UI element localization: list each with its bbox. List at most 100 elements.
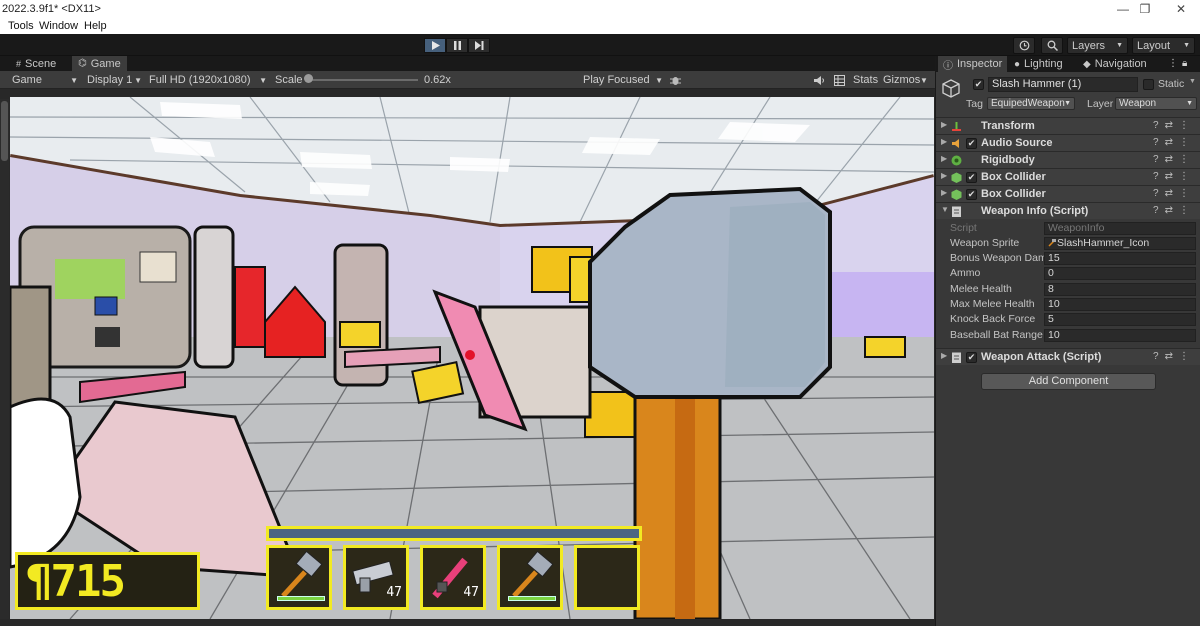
component-transform[interactable]: ▶ Transform ?⇄⋮ — [936, 117, 1200, 134]
tab-inspector[interactable]: ⓘ Inspector — [938, 56, 1008, 72]
bulb-icon: ● — [1014, 58, 1021, 70]
component-enabled-checkbox[interactable]: ✔ — [966, 138, 977, 149]
scale-value: 0.62x — [424, 74, 451, 86]
component-weapon-attack[interactable]: ▶ ✔ Weapon Attack (Script) ?⇄⋮ — [936, 348, 1200, 365]
gameobject-name-field[interactable]: Slash Hammer (1) — [988, 77, 1138, 92]
tab-lighting[interactable]: ● Lighting — [1009, 56, 1068, 72]
game-panel: # Scene ⌬ Game Game ▼ Display 1 ▼ Full HD … — [0, 56, 935, 626]
search-icon — [1047, 40, 1058, 51]
component-header-icons[interactable]: ?⇄⋮ — [1153, 120, 1195, 131]
bug-icon[interactable] — [670, 72, 681, 88]
bonus-damage-field[interactable]: 15 — [1044, 252, 1196, 265]
history-icon — [1019, 40, 1029, 51]
prop-max-melee-health: Max Melee Health 10 — [936, 297, 1200, 312]
component-rigidbody[interactable]: ▶ Rigidbody ?⇄⋮ — [936, 151, 1200, 168]
slot-health-bar — [508, 596, 556, 601]
max-melee-health-field[interactable]: 10 — [1044, 298, 1196, 311]
game-view-scrollbar[interactable] — [0, 99, 9, 619]
tab-game[interactable]: ⌬ Game — [72, 56, 127, 71]
audio-mute-icon[interactable] — [814, 72, 825, 88]
kebab-menu-icon[interactable]: ⋮ — [1168, 58, 1178, 69]
step-button[interactable] — [468, 38, 490, 53]
hotbar-slot-4[interactable] — [497, 545, 563, 610]
fold-arrow-icon[interactable]: ▶ — [941, 120, 947, 129]
component-enabled-checkbox[interactable]: ✔ — [966, 172, 977, 183]
fold-arrow-icon[interactable]: ▶ — [941, 137, 947, 146]
chevron-down-icon: ▼ — [1116, 42, 1123, 49]
component-weapon-info[interactable]: ▼ Weapon Info (Script) ?⇄⋮ — [936, 202, 1200, 219]
fold-arrow-icon[interactable]: ▶ — [941, 171, 947, 180]
game-viewport[interactable]: ¶715 47 47 — [10, 97, 934, 619]
layout-dropdown[interactable]: Layout ▼ — [1132, 37, 1195, 54]
display-dropdown[interactable]: Display 1 ▼ — [87, 72, 142, 88]
hotbar-slot-5[interactable] — [574, 545, 640, 610]
box-collider-icon — [951, 189, 962, 200]
close-button[interactable]: ✕ — [1166, 1, 1196, 17]
play-button[interactable] — [424, 38, 446, 53]
component-header-icons[interactable]: ?⇄⋮ — [1153, 188, 1195, 199]
component-header-icons[interactable]: ?⇄⋮ — [1153, 351, 1195, 362]
play-focus-dropdown[interactable]: Play Focused ▼ — [583, 72, 663, 88]
layer-label: Layer — [1087, 98, 1114, 110]
component-header-icons[interactable]: ?⇄⋮ — [1153, 154, 1195, 165]
baseball-bat-range-field[interactable]: 10 — [1044, 329, 1196, 342]
scrollbar-thumb[interactable] — [1, 101, 8, 161]
fold-arrow-expanded-icon[interactable]: ▼ — [941, 205, 949, 214]
component-box-collider[interactable]: ▶ ✔ Box Collider ?⇄⋮ — [936, 168, 1200, 185]
gizmos-button[interactable]: Gizmos — [883, 72, 920, 88]
scale-slider-track[interactable] — [306, 79, 418, 81]
hotbar-slot-2[interactable]: 47 — [343, 545, 409, 610]
hud-top-bar — [266, 526, 642, 541]
chevron-down-icon[interactable]: ▼ — [920, 72, 928, 88]
prop-weapon-sprite: Weapon Sprite SlashHammer_Icon — [936, 236, 1200, 251]
game-mode-dropdown[interactable]: Game ▼ — [12, 72, 78, 88]
history-button[interactable] — [1013, 37, 1035, 54]
menu-tools[interactable]: Tools — [8, 20, 34, 32]
fold-arrow-icon[interactable]: ▶ — [941, 154, 947, 163]
cube-icon — [942, 79, 960, 98]
menu-help[interactable]: Help — [84, 20, 107, 32]
hotbar-slot-3[interactable]: 47 — [420, 545, 486, 610]
search-button[interactable] — [1041, 37, 1063, 54]
scale-label: Scale — [275, 74, 303, 86]
static-checkbox[interactable] — [1143, 79, 1154, 90]
tab-scene[interactable]: # Scene — [10, 56, 62, 71]
static-label: Static — [1158, 78, 1185, 90]
component-enabled-checkbox[interactable]: ✔ — [966, 352, 977, 363]
melee-health-field[interactable]: 8 — [1044, 283, 1196, 296]
chevron-down-icon: ▼ — [655, 75, 663, 85]
chevron-down-icon[interactable]: ▼ — [1189, 78, 1196, 85]
component-audio-source[interactable]: ▶ ✔ Audio Source ?⇄⋮ — [936, 134, 1200, 151]
stats-button[interactable]: Stats — [853, 72, 878, 88]
maximize-button[interactable]: ❐ — [1130, 1, 1160, 17]
scale-slider-thumb[interactable] — [304, 74, 313, 83]
component-header-icons[interactable]: ?⇄⋮ — [1153, 137, 1195, 148]
hotbar-slot-1[interactable] — [266, 545, 332, 610]
knock-back-force-field[interactable]: 5 — [1044, 313, 1196, 326]
layers-dropdown[interactable]: Layers ▼ — [1067, 37, 1128, 54]
component-box-collider[interactable]: ▶ ✔ Box Collider ?⇄⋮ — [936, 185, 1200, 202]
hud-score-panel: ¶715 — [15, 552, 200, 610]
fold-arrow-icon[interactable]: ▶ — [941, 188, 947, 197]
menu-window[interactable]: Window — [39, 20, 78, 32]
gamepad-icon: ⌬ — [78, 58, 87, 69]
stats-grid-icon[interactable] — [834, 72, 845, 88]
component-enabled-checkbox[interactable]: ✔ — [966, 189, 977, 200]
resolution-dropdown[interactable]: Full HD (1920x1080) ▼ — [149, 72, 267, 88]
window-title: 2022.3.9f1* <DX11> — [2, 3, 101, 15]
info-icon: ⓘ — [943, 60, 953, 72]
layer-dropdown[interactable]: Weapon ▼ — [1115, 97, 1197, 110]
tag-dropdown[interactable]: EquipedWeapon ▼ — [987, 97, 1075, 110]
rigidbody-icon — [951, 155, 962, 166]
add-component-button[interactable]: Add Component — [981, 373, 1156, 390]
lock-icon[interactable]: 🔒︎ — [1182, 58, 1187, 69]
component-header-icons[interactable]: ?⇄⋮ — [1153, 205, 1195, 216]
component-header-icons[interactable]: ?⇄⋮ — [1153, 171, 1195, 182]
tab-navigation[interactable]: ◆ Navigation — [1078, 56, 1152, 72]
ammo-field[interactable]: 0 — [1044, 267, 1196, 280]
pause-button[interactable] — [446, 38, 468, 53]
active-checkbox[interactable]: ✔ — [973, 79, 984, 90]
fold-arrow-icon[interactable]: ▶ — [941, 351, 947, 360]
weapon-sprite-field[interactable]: SlashHammer_Icon — [1044, 237, 1196, 250]
gameobject-header: ✔ Slash Hammer (1) Static ▼ Tag EquipedW… — [936, 72, 1200, 118]
